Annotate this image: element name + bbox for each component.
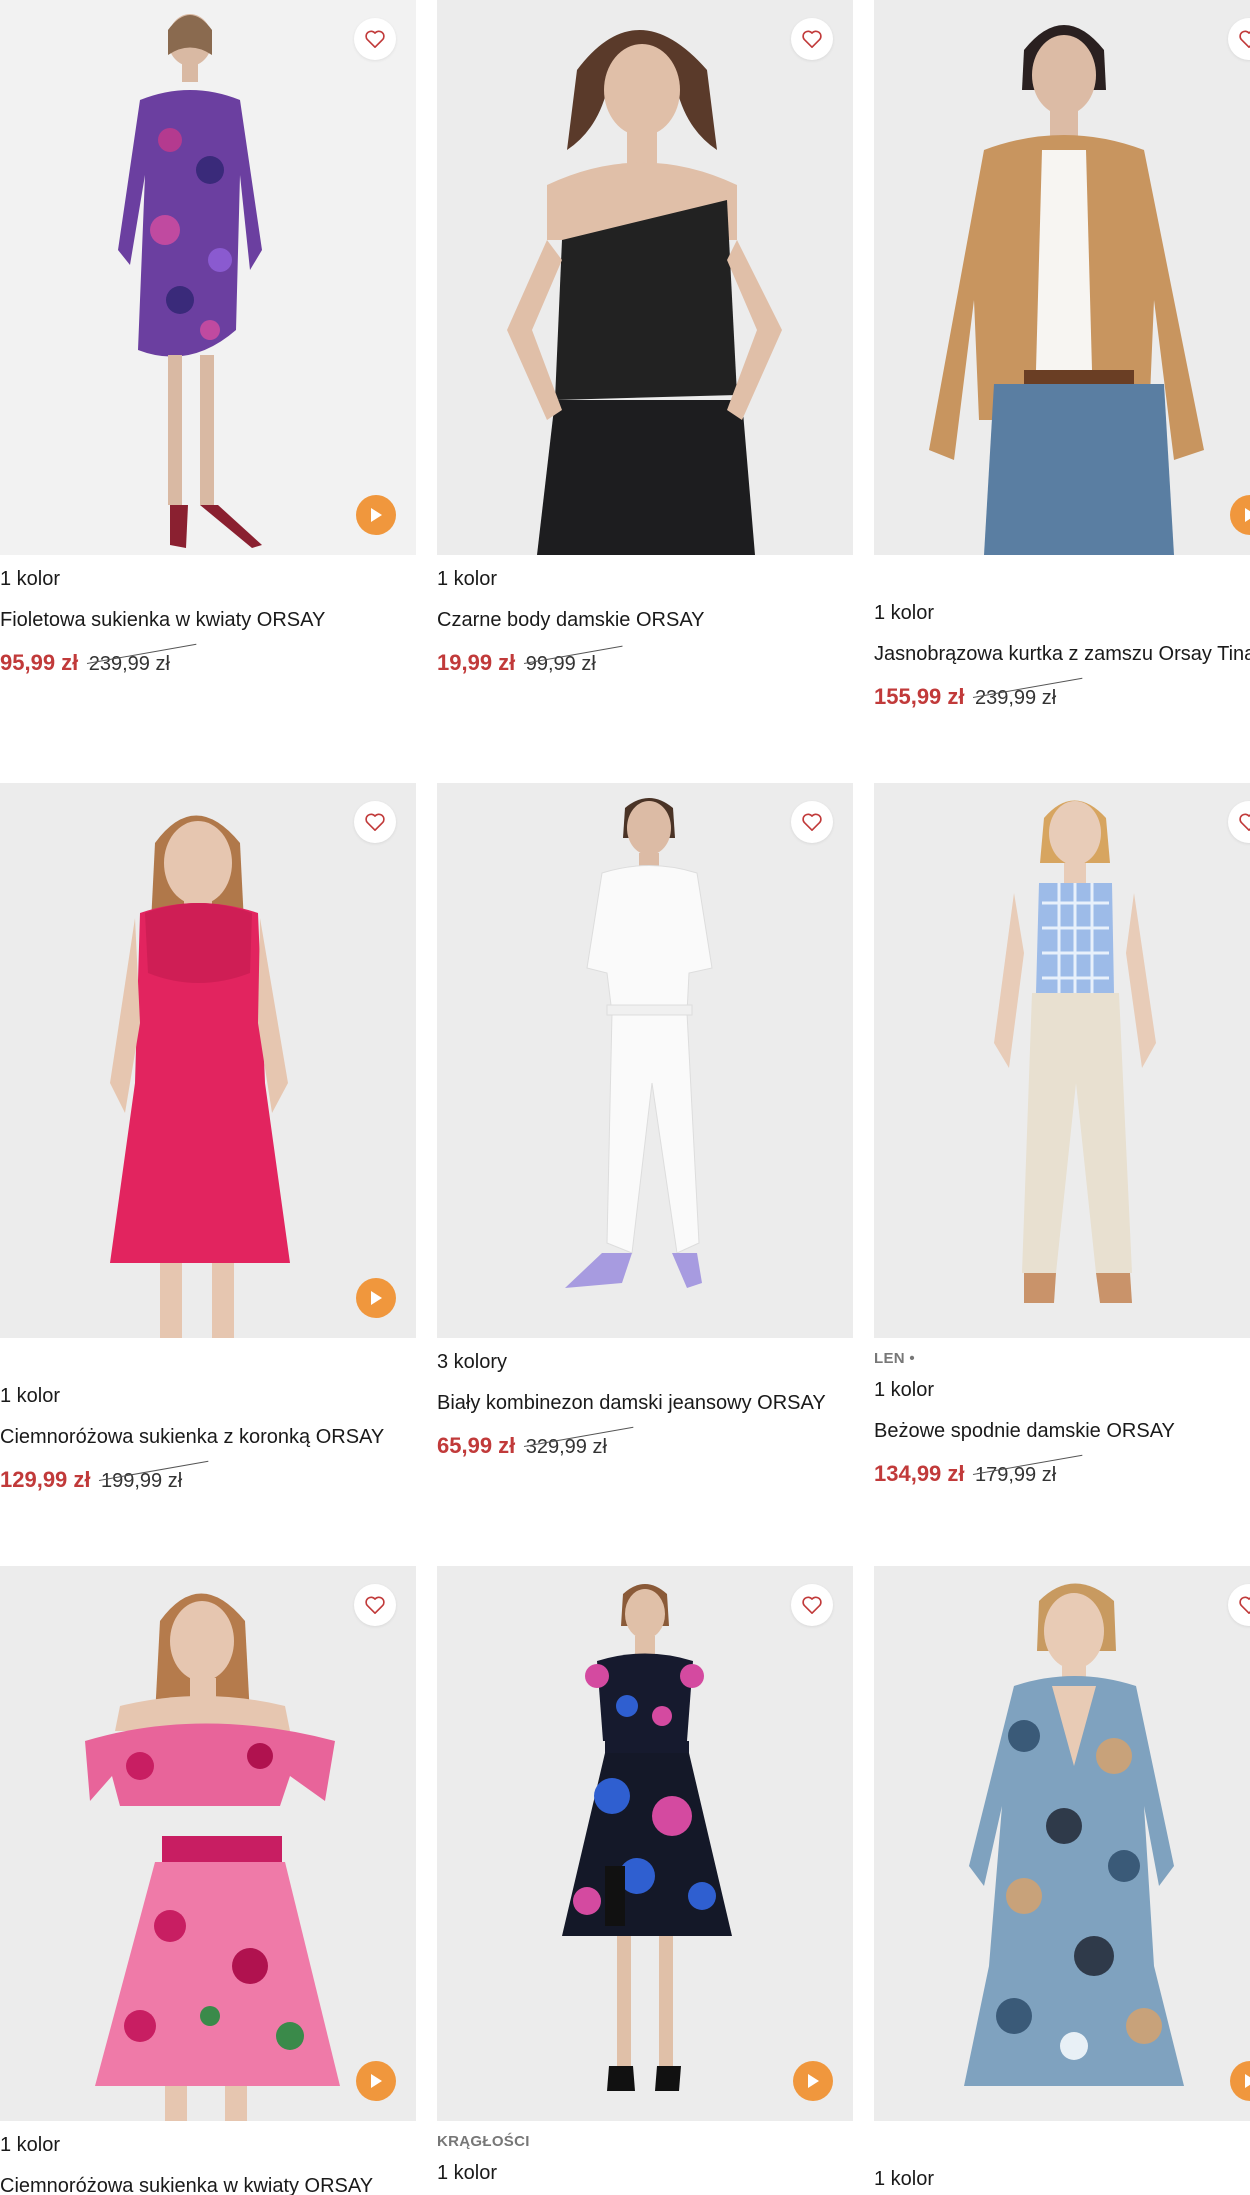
play-video-button[interactable] — [356, 495, 396, 535]
color-count: 1 kolor — [874, 1379, 935, 1401]
color-count: 1 kolor — [0, 568, 61, 590]
model-photo — [437, 1566, 853, 2121]
product-tag: KRĄGŁOŚCI — [437, 2133, 530, 2150]
favorite-button[interactable] — [791, 18, 833, 60]
product-title[interactable]: Czarne body damskie ORSAY — [437, 608, 853, 632]
product-title[interactable]: Ciemnoróżowa sukienka z koronką ORSAY — [0, 1425, 416, 1449]
product-title[interactable]: Jasnobrązowa kurtka z zamszu Orsay Tina — [874, 642, 1250, 666]
color-count: 1 kolor — [874, 2168, 935, 2190]
price-row: 155,99 zł 239,99 zł — [874, 683, 1250, 711]
original-price: 99,99 zł — [526, 650, 596, 678]
price-row: 95,99 zł 239,99 zł — [0, 649, 416, 677]
tag-spacer — [874, 2121, 1250, 2155]
favorite-button[interactable] — [791, 801, 833, 843]
model-photo — [0, 0, 416, 555]
product-info: LEN • 1 kolor Beżowe spodnie damskie ORS… — [874, 1338, 1250, 1488]
product-info: 1 kolor Ciemnoróżowa sukienka z koronką … — [0, 1338, 416, 1494]
product-info: 1 kolor Ciemnoróżowa sukienka w kwiaty O… — [0, 2121, 416, 2195]
play-icon — [1245, 508, 1250, 522]
product-info: 1 kolor — [874, 2121, 1250, 2191]
product-photo[interactable] — [0, 783, 416, 1338]
product-photo[interactable] — [874, 783, 1250, 1338]
sale-price: 129,99 zł — [0, 1467, 91, 1492]
original-price: 329,99 zł — [526, 1433, 607, 1461]
favorite-button[interactable] — [354, 1584, 396, 1626]
favorite-button[interactable] — [354, 801, 396, 843]
price-row: 134,99 zł 179,99 zł — [874, 1460, 1250, 1488]
sale-price: 19,99 zł — [437, 650, 516, 675]
heart-icon — [365, 1596, 385, 1614]
product-info: 1 kolor Czarne body damskie ORSAY 19,99 … — [437, 555, 853, 677]
product-photo[interactable] — [0, 1566, 416, 2121]
sale-price: 95,99 zł — [0, 650, 79, 675]
play-icon — [371, 1291, 382, 1305]
product-photo[interactable] — [437, 783, 853, 1338]
play-icon — [371, 508, 382, 522]
sale-price: 155,99 zł — [874, 684, 965, 709]
heart-icon — [1239, 30, 1250, 48]
original-price: 239,99 zł — [975, 684, 1056, 712]
price-row: 19,99 zł 99,99 zł — [437, 649, 853, 677]
heart-icon — [802, 1596, 822, 1614]
model-photo — [874, 1566, 1250, 2121]
product-title[interactable]: Fioletowa sukienka w kwiaty ORSAY — [0, 608, 416, 632]
original-price: 239,99 zł — [89, 650, 170, 678]
product-grid: 1 kolor Fioletowa sukienka w kwiaty ORSA… — [0, 0, 1250, 2195]
color-count: 1 kolor — [437, 568, 498, 590]
heart-icon — [802, 813, 822, 831]
heart-icon — [1239, 1596, 1250, 1614]
model-photo — [437, 0, 853, 555]
product-photo[interactable] — [437, 0, 853, 555]
heart-icon — [802, 30, 822, 48]
price-row: 65,99 zł 329,99 zł — [437, 1432, 853, 1460]
original-price: 179,99 zł — [975, 1461, 1056, 1489]
favorite-button[interactable] — [354, 18, 396, 60]
tag-spacer — [0, 1338, 416, 1372]
product-photo[interactable] — [437, 1566, 853, 2121]
color-count: 1 kolor — [437, 2162, 498, 2184]
product-tag: LEN • — [874, 1350, 915, 1367]
product-photo[interactable] — [874, 1566, 1250, 2121]
heart-icon — [365, 30, 385, 48]
play-video-button[interactable] — [356, 2061, 396, 2101]
price-row: 129,99 zł 199,99 zł — [0, 1466, 416, 1494]
play-icon — [371, 2074, 382, 2088]
product-photo[interactable] — [0, 0, 416, 555]
model-photo — [437, 783, 853, 1338]
original-price: 199,99 zł — [101, 1467, 182, 1495]
heart-icon — [1239, 813, 1250, 831]
play-video-button[interactable] — [356, 1278, 396, 1318]
model-photo — [874, 783, 1250, 1338]
product-info: 1 kolor Fioletowa sukienka w kwiaty ORSA… — [0, 555, 416, 677]
play-icon — [808, 2074, 819, 2088]
product-title[interactable]: Biały kombinezon damski jeansowy ORSAY — [437, 1391, 853, 1415]
product-info: 3 kolory Biały kombinezon damski jeansow… — [437, 1338, 853, 1460]
model-photo — [0, 783, 416, 1338]
favorite-button[interactable] — [791, 1584, 833, 1626]
sale-price: 65,99 zł — [437, 1433, 516, 1458]
tag-spacer — [874, 555, 1250, 589]
product-info: KRĄGŁOŚCI 1 kolor — [437, 2121, 853, 2185]
product-info: 1 kolor Jasnobrązowa kurtka z zamszu Ors… — [874, 555, 1250, 711]
product-photo[interactable] — [874, 0, 1250, 555]
play-icon — [1245, 2074, 1250, 2088]
color-count: 1 kolor — [0, 1385, 61, 1407]
product-title[interactable]: Ciemnoróżowa sukienka w kwiaty ORSAY — [0, 2174, 416, 2195]
sale-price: 134,99 zł — [874, 1461, 965, 1486]
model-photo — [874, 0, 1250, 555]
color-count: 3 kolory — [437, 1351, 508, 1373]
color-count: 1 kolor — [874, 602, 935, 624]
model-photo — [0, 1566, 416, 2121]
product-title[interactable]: Beżowe spodnie damskie ORSAY — [874, 1419, 1250, 1443]
play-video-button[interactable] — [793, 2061, 833, 2101]
heart-icon — [365, 813, 385, 831]
color-count: 1 kolor — [0, 2134, 61, 2156]
